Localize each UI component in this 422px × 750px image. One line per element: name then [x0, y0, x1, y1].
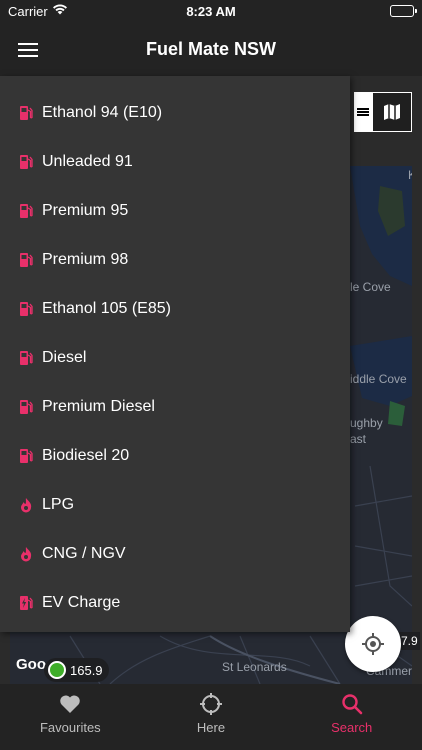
drawer-item-label: CNG / NGV	[42, 544, 126, 562]
tab-label: Here	[196, 720, 226, 735]
drawer-item[interactable]: Ethanol 105 (E85)	[0, 284, 350, 333]
list-view-button[interactable]	[354, 92, 372, 132]
fuel-pump-icon	[18, 251, 34, 269]
drawer-item[interactable]: Premium 98	[0, 235, 350, 284]
fuel-type-drawer: Ethanol 94 (E10) Unleaded 91 Premium 95 Pre…	[0, 76, 350, 632]
battery-icon	[390, 5, 417, 17]
map-icon	[384, 104, 400, 120]
drawer-item[interactable]: Diesel	[0, 333, 350, 382]
tab-label: Search	[331, 720, 373, 735]
tab-bar: Favourites Here Search	[0, 684, 422, 750]
drawer-item[interactable]: Unleaded 91	[0, 137, 350, 186]
clock: 8:23 AM	[186, 4, 236, 19]
nav-bar: Fuel Mate NSW	[0, 24, 422, 76]
view-toggle	[354, 92, 412, 132]
fuel-pump-icon	[18, 447, 34, 465]
page-title: Fuel Mate NSW	[145, 39, 276, 59]
map-view-button[interactable]	[372, 92, 412, 132]
drawer-item[interactable]: Premium 95	[0, 186, 350, 235]
tab-favourites[interactable]: Favourites	[0, 684, 141, 750]
fuel-pump-icon	[18, 104, 34, 122]
drawer-item[interactable]: Premium Diesel	[0, 382, 350, 431]
ev-charge-icon	[18, 594, 34, 612]
drawer-item[interactable]: Ethanol 94 (E10)	[0, 88, 350, 137]
status-bar: Carrier 8:23 AM	[0, 0, 422, 24]
drawer-item-label: Biodiesel 20	[42, 446, 130, 464]
tab-label: Favourites	[39, 720, 101, 735]
drawer-item-label: Premium Diesel	[42, 397, 155, 415]
fuel-pump-icon	[18, 349, 34, 367]
drawer-item-label: Unleaded 91	[42, 152, 133, 170]
map-label: le Cove	[350, 280, 391, 294]
map-label: K	[408, 168, 412, 182]
drawer-item[interactable]: CNG / NGV	[0, 529, 350, 578]
drawer-item-label: LPG	[42, 495, 75, 513]
map-label: ast	[350, 432, 367, 446]
search-icon	[340, 692, 364, 716]
tab-here[interactable]: Here	[141, 684, 282, 750]
drawer-item[interactable]: Biodiesel 20	[0, 431, 350, 480]
price-label: 165.9	[70, 662, 103, 678]
drawer-item[interactable]: LPG	[0, 480, 350, 529]
flame-icon	[18, 496, 34, 514]
fuel-pump-icon	[18, 398, 34, 416]
fuel-pump-icon	[18, 300, 34, 318]
heart-icon	[58, 692, 82, 716]
drawer-item[interactable]: EV Charge	[0, 578, 350, 627]
fuel-pump-icon	[18, 202, 34, 220]
map-label: iddle Cove	[350, 372, 407, 386]
map-label: ughby	[350, 416, 383, 430]
flame-icon	[18, 545, 34, 563]
map-label: St Leonards	[222, 660, 287, 674]
drawer-item-label: Premium 95	[42, 201, 129, 219]
crosshair-icon	[199, 692, 223, 716]
drawer-item-label: EV Charge	[42, 593, 121, 611]
list-icon	[357, 108, 369, 116]
drawer-item-label: Ethanol 105 (E85)	[42, 299, 171, 317]
price-marker[interactable]: 165.9	[44, 658, 109, 682]
fuel-pump-icon	[18, 153, 34, 171]
drawer-item-label: Diesel	[42, 348, 87, 366]
crosshair-icon	[362, 633, 384, 655]
drawer-item-label: Premium 98	[42, 250, 129, 268]
tab-search[interactable]: Search	[281, 684, 422, 750]
locate-me-button[interactable]	[345, 616, 401, 672]
station-dot-icon	[48, 661, 66, 679]
drawer-item-label: Ethanol 94 (E10)	[42, 103, 163, 121]
price-marker-edge[interactable]: 7.9	[399, 632, 420, 650]
